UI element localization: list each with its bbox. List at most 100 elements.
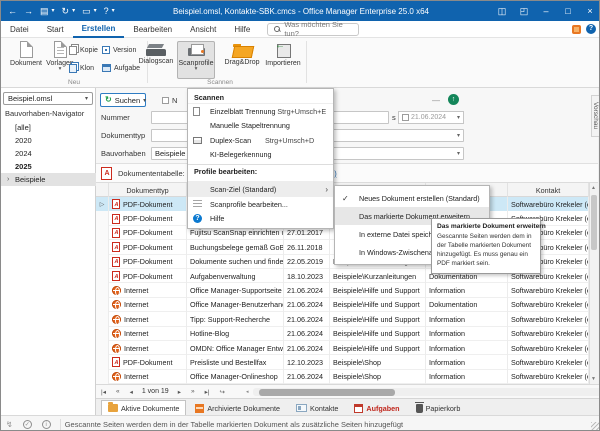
tell-me-search-input[interactable]: Was möchten Sie tun? <box>267 23 359 36</box>
menu-item[interactable]: Hilfe <box>225 21 259 38</box>
new-document-icon[interactable]: ▤ <box>40 6 49 16</box>
menu-item[interactable]: Scan-Ziel (Standard) › <box>188 181 333 197</box>
menu-item[interactable]: Datei <box>1 21 38 38</box>
collapse-icon[interactable]: — <box>432 96 440 105</box>
menu-item[interactable]: Scanprofile bearbeiten... <box>188 197 333 212</box>
doc-type-icon <box>112 271 120 281</box>
new-document-chevron-icon[interactable]: ▾ <box>52 6 55 16</box>
ribbon-separator <box>306 41 307 83</box>
menu-item[interactable]: Profile bearbeiten: <box>188 164 333 177</box>
tree-item[interactable]: 2024 <box>1 147 96 160</box>
tree-item[interactable]: [alle] <box>1 121 96 134</box>
date-until-field[interactable]: 21.06.2024 ▾ <box>398 111 464 124</box>
menu-item[interactable]: Duplex-Scan Strg+Umsch+D <box>188 133 333 148</box>
suchen-button[interactable]: ↻ Suchen ▾ <box>100 93 146 107</box>
menu-item[interactable]: Ansicht <box>181 21 225 38</box>
submenu-item[interactable]: ✓ Neues Dokument erstellen (Standard) <box>335 189 489 207</box>
importieren-button[interactable]: Importieren <box>263 41 303 79</box>
row-marker <box>96 269 109 283</box>
kopie-button[interactable]: Kopie <box>69 44 98 56</box>
scroll-up-icon[interactable]: ▲ <box>591 185 596 191</box>
view-tab[interactable]: Aktive Dokumente <box>101 400 186 415</box>
doc-type-icon <box>112 242 120 252</box>
table-row[interactable]: Internet Office Manager-Benutzerhandbuch… <box>96 298 589 312</box>
window-extra-icon-a[interactable]: ◫ <box>491 1 513 21</box>
search-icon <box>274 26 280 32</box>
forward-icon[interactable]: → <box>24 6 33 16</box>
help-icon[interactable]: ? <box>586 24 596 34</box>
doc-type-icon <box>112 357 120 367</box>
dialogscan-button[interactable]: Dialogscan <box>137 41 175 79</box>
expander-icon[interactable]: › <box>7 176 15 183</box>
row-marker <box>96 370 109 384</box>
header-dokumenttyp[interactable]: Dokumenttyp <box>109 183 187 197</box>
fast-next-icon[interactable]: » <box>186 388 200 395</box>
menu-item[interactable]: Einzelblatt Trennung Strg+Umsch+E <box>188 104 333 119</box>
view-tab[interactable]: Kontakte <box>289 400 345 415</box>
first-page-icon[interactable]: |◂ <box>96 388 111 396</box>
drag-drop-folder-icon <box>233 44 252 57</box>
aufgabe-button[interactable]: Aufgabe <box>102 62 140 74</box>
close-button[interactable]: × <box>579 1 600 21</box>
refresh-icon[interactable]: ↻ <box>62 6 70 16</box>
tree-item[interactable]: 2020 <box>1 134 96 147</box>
refresh-chevron-icon[interactable]: ▾ <box>72 6 75 16</box>
row-marker <box>96 226 109 240</box>
last-page-icon[interactable]: ▸| <box>200 388 215 396</box>
scrollbar-thumb[interactable] <box>259 389 395 396</box>
quick-help-icon[interactable]: ? <box>104 6 109 16</box>
search-option-checkbox[interactable]: N <box>162 96 177 105</box>
maximize-button[interactable]: □ <box>557 1 579 21</box>
table-row[interactable]: Internet OMDN: Office Manager Entwickler… <box>96 341 589 355</box>
menu-item[interactable]: Bearbeiten <box>124 21 181 38</box>
open-folder-icon[interactable]: ▭ <box>82 6 91 16</box>
shortcut-label: Strg+Umsch+D <box>265 136 314 145</box>
doc-type-icon <box>112 315 121 324</box>
file-selector-dropdown[interactable]: Beispiel.omsl ▾ <box>3 92 93 105</box>
klon-button[interactable]: Klon <box>69 62 94 74</box>
view-tab[interactable]: Aufgaben <box>347 400 406 415</box>
scrollbar-thumb[interactable] <box>591 195 597 250</box>
tree-item[interactable]: 2025 <box>1 160 96 173</box>
table-row[interactable]: PDF-Dokument Preisliste und Bestellfax 1… <box>96 355 589 369</box>
refresh-rows-icon[interactable]: ↪ <box>215 388 230 396</box>
table-row[interactable]: Internet Office Manager-Onlineshop 21.06… <box>96 370 589 384</box>
header-kontakt[interactable]: Kontakt <box>508 183 589 197</box>
fast-prev-icon[interactable]: « <box>111 388 125 395</box>
template-icon <box>54 41 67 58</box>
next-page-icon[interactable]: ▸ <box>173 388 186 396</box>
dragdrop-button[interactable]: Drag&Drop <box>222 41 262 79</box>
view-tab[interactable]: Papierkorb <box>409 400 468 415</box>
tab-vorschau[interactable]: Vorschau <box>591 95 600 137</box>
menu-item[interactable]: Hilfe <box>188 212 333 227</box>
menu-item[interactable]: Erstellen <box>73 21 125 38</box>
menu-item[interactable]: Scannen <box>188 91 333 104</box>
notification-icon[interactable] <box>572 25 581 34</box>
table-vertical-scrollbar[interactable]: ▲ ▼ <box>589 183 598 384</box>
table-row[interactable]: Internet Tipp: Support-Recherche 21.06.2… <box>96 312 589 326</box>
minimize-button[interactable]: – <box>535 1 557 21</box>
table-row[interactable]: Internet Office Manager-Supportseite 21.… <box>96 283 589 297</box>
checkbox-icon[interactable] <box>162 97 169 104</box>
dokument-button[interactable]: Dokument <box>9 41 43 79</box>
menu-item[interactable]: Manuelle Stapeltrennung <box>188 119 333 134</box>
folder-chevron-icon[interactable]: ▾ <box>94 6 97 16</box>
table-horizontal-scrollbar[interactable]: ◂ ▸ <box>253 388 600 396</box>
quickbar-customize-icon[interactable]: ▾ <box>112 6 115 16</box>
scanprofile-button[interactable]: Scanprofile ▾ <box>177 41 215 79</box>
menu-item[interactable]: Start <box>38 21 73 38</box>
version-button[interactable]: Version <box>102 44 136 56</box>
expand-panel-icon[interactable]: ↑ <box>448 94 459 105</box>
date-checkbox-icon[interactable] <box>402 114 409 121</box>
menu-item[interactable]: KI-Belegerkennung <box>188 148 333 163</box>
scroll-left-icon[interactable]: ◂ <box>246 389 249 395</box>
back-icon[interactable]: ← <box>8 6 17 16</box>
resize-grip[interactable] <box>591 422 599 430</box>
table-row[interactable]: Internet Hotline-Blog 21.06.2024 Beispie… <box>96 327 589 341</box>
prev-page-icon[interactable]: ◂ <box>125 388 138 396</box>
scroll-down-icon[interactable]: ▼ <box>591 376 596 382</box>
ribbon-group-scannen: Scannen <box>137 79 303 86</box>
tree-item[interactable]: › Beispiele <box>1 173 96 186</box>
view-tab[interactable]: Archivierte Dokumente <box>188 400 287 415</box>
window-extra-icon-b[interactable]: ◰ <box>513 1 535 21</box>
